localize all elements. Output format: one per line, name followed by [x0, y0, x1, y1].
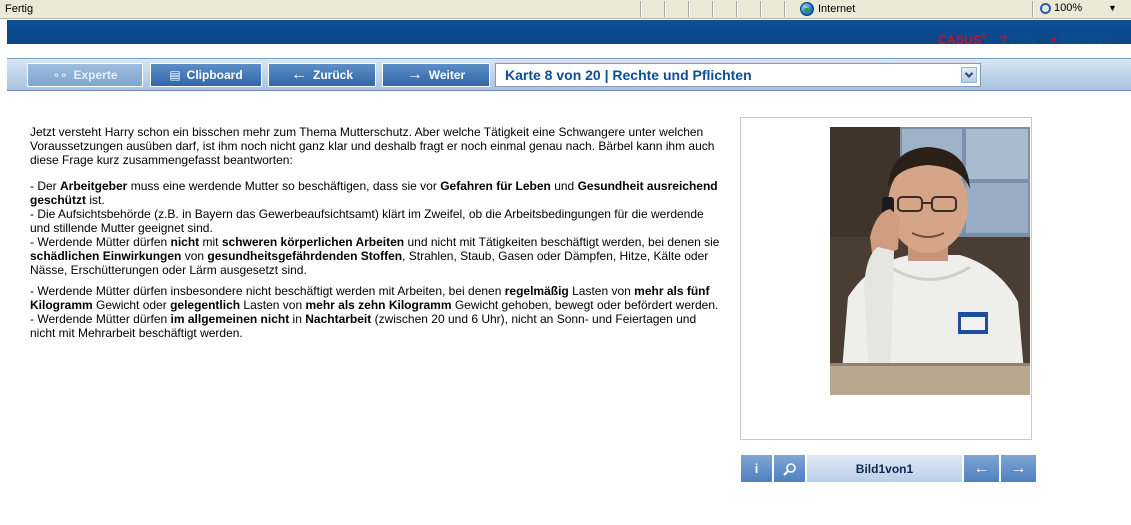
rule-night-work: - Werdende Mütter dürfen im allgemeinen … — [30, 312, 697, 340]
help-link[interactable]: ? Hilfe — [1000, 33, 1037, 47]
status-separator — [760, 1, 762, 17]
rule-loads: - Werdende Mütter dürfen insbesondere ni… — [30, 284, 719, 312]
rule-employer: - Der Arbeitgeber muss eine werdende Mut… — [30, 179, 718, 207]
previous-image-button[interactable]: ← — [964, 455, 999, 482]
exit-link[interactable]: × Beenden — [1050, 33, 1111, 47]
zoom-dropdown-icon[interactable]: ▼ — [1108, 3, 1117, 13]
image-counter: Bild 1 von 1 — [807, 455, 962, 482]
case-photo[interactable] — [830, 127, 1030, 395]
person-on-phone-photo — [830, 127, 1030, 395]
image-panel — [740, 117, 1032, 440]
globe-icon — [800, 2, 814, 16]
rule-authority: - Die Aufsichtsbehörde (z.B. in Bayern d… — [30, 207, 704, 235]
card-select-value: Karte 8 von 20 | Rechte und Pflichten — [505, 67, 752, 83]
arrow-right-icon: → — [1010, 459, 1027, 477]
chevron-down-icon — [964, 69, 974, 78]
card-select[interactable]: Karte 8 von 20 | Rechte und Pflichten — [495, 63, 981, 87]
arrow-right-icon: → — [406, 66, 423, 83]
expert-icon: ∘∘ — [52, 68, 68, 82]
status-separator — [1032, 1, 1034, 17]
casus-logo: CASUS® — [938, 33, 987, 47]
arrow-left-icon: ← — [290, 66, 307, 83]
help-icon: ? — [1000, 33, 1008, 47]
navigation-toolbar: ∘∘ Experte ▤ Clipboard ← Zurück → Weiter… — [7, 58, 1131, 91]
security-zone[interactable]: Internet — [800, 2, 855, 16]
status-text: Fertig — [5, 3, 34, 15]
zoom-label: 100% — [1054, 2, 1083, 14]
next-image-button[interactable]: → — [1001, 455, 1036, 482]
zoom-control[interactable]: 100% — [1040, 2, 1082, 14]
rule-heavy-work: - Werdende Mütter dürfen nicht mit schwe… — [30, 235, 720, 277]
back-button[interactable]: ← Zurück — [268, 63, 376, 87]
zoom-button[interactable] — [774, 455, 805, 482]
browser-status-bar: Fertig Internet 100% ▼ — [0, 0, 1131, 19]
status-separator — [640, 1, 642, 17]
expert-button[interactable]: ∘∘ Experte — [27, 63, 143, 87]
image-navigation: i Bild 1 von 1 ← → — [741, 455, 1036, 482]
arrow-left-icon: ← — [973, 459, 990, 477]
magnifier-icon — [782, 462, 796, 476]
zoom-icon — [1040, 2, 1051, 14]
zone-label: Internet — [818, 3, 856, 15]
status-separator — [664, 1, 666, 17]
intro-paragraph: Jetzt versteht Harry schon ein bisschen … — [30, 125, 715, 167]
close-icon: × — [1050, 33, 1058, 47]
card-text: Jetzt versteht Harry schon ein bisschen … — [30, 125, 720, 340]
clipboard-button[interactable]: ▤ Clipboard — [150, 63, 262, 87]
status-separator — [712, 1, 714, 17]
dropdown-button[interactable] — [961, 67, 977, 83]
info-icon: i — [754, 461, 759, 476]
status-separator — [736, 1, 738, 17]
status-separator — [688, 1, 690, 17]
clipboard-icon: ▤ — [169, 68, 181, 82]
next-button[interactable]: → Weiter — [382, 63, 490, 87]
status-separator — [784, 1, 786, 17]
info-button[interactable]: i — [741, 455, 772, 482]
